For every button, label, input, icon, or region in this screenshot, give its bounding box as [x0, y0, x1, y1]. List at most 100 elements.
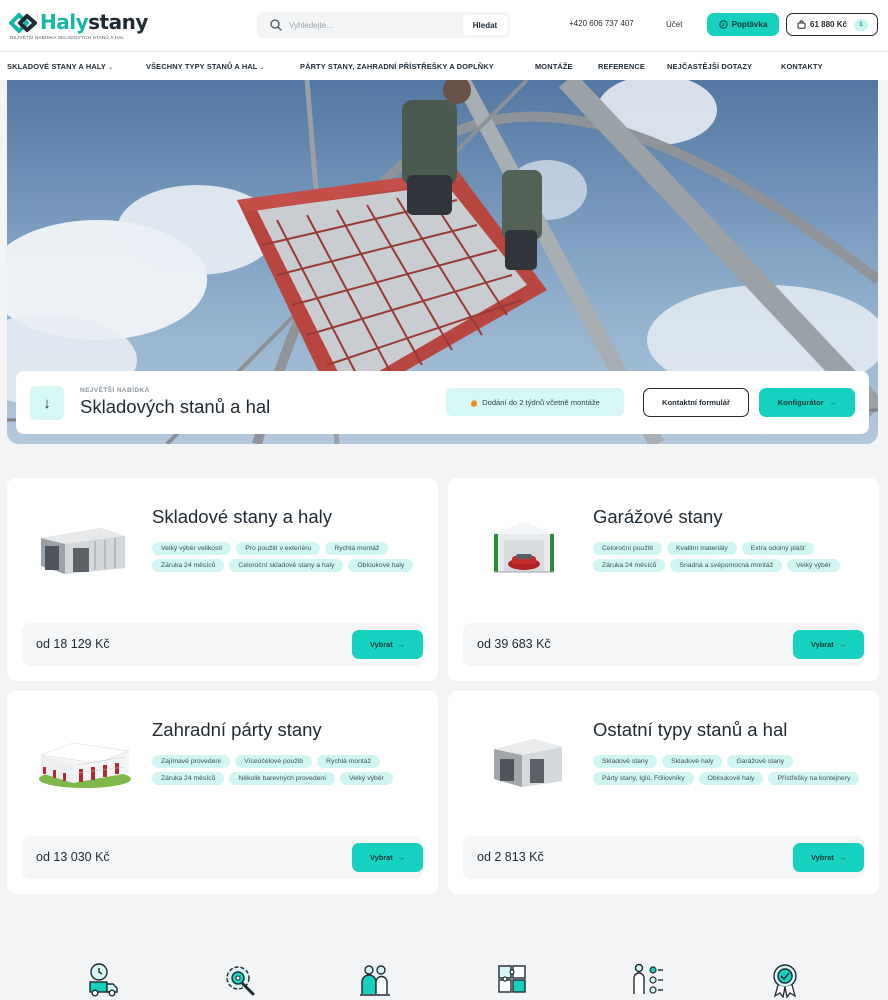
top-header: Halystany NEJVĚTŠÍ NABÍDKA SKLADOVÝCH ST… [0, 0, 888, 50]
main-nav: SKLADOVÉ STANY A HALY ⌄ VŠECHNY TYPY STAN… [0, 51, 888, 80]
configurator-button[interactable]: Konfigurátor → [759, 388, 855, 417]
search-input[interactable] [289, 15, 439, 35]
card-tags: Velký výběr velikostí Pro použití v exte… [152, 542, 427, 572]
inquiry-label: Poptávka [731, 20, 768, 29]
feature-tag: Záruka 24 měsíců [152, 772, 225, 785]
feature-tag: Velký výběr velikostí [152, 542, 232, 555]
logo-wordmark: Halystany [40, 10, 148, 34]
party-tent-image [39, 742, 131, 788]
checklist-person-icon [633, 963, 663, 994]
price-row: od 39 683 Kč Vybrat → [463, 623, 864, 666]
nav-item-all-types[interactable]: VŠECHNY TYPY STANŮ A HAL ⌄ [146, 62, 265, 71]
feature-tag: Několik barevných provedení [229, 772, 336, 785]
logo-part-1: Haly [40, 10, 89, 34]
nav-item-contacts[interactable]: KONTAKTY [781, 62, 823, 71]
puzzle-icon [498, 965, 526, 993]
select-button[interactable]: Vybrat → [352, 630, 423, 659]
feature-tag: Skladové stany [593, 755, 658, 768]
delivery-badge: Dodání do 2 týdnů včetně montáže [446, 388, 624, 416]
feature-tag: Snadná a svépomocná montáž [670, 559, 783, 572]
shopping-bag-icon [797, 20, 806, 29]
price-row: od 18 129 Kč Vybrat → [22, 623, 423, 666]
feature-tag: Záruka 24 měsíců [593, 559, 666, 572]
nav-item-warehouse-tents[interactable]: SKLADOVÉ STANY A HALY ⌄ [7, 62, 113, 71]
cart-count-badge: 1 [853, 18, 868, 31]
nav-item-faq[interactable]: NEJČASTĚJŠÍ DOTAZY [667, 62, 752, 71]
card-title: Zahradní párty stany [152, 719, 322, 740]
nav-item-installation[interactable]: MONTÁŽE [535, 62, 573, 71]
feature-tag: Rychlá montáž [317, 755, 380, 768]
select-label: Vybrat [369, 853, 393, 862]
logo[interactable]: Halystany NEJVĚTŠÍ NABÍDKA SKLADOVÝCH ST… [8, 10, 148, 42]
nav-label: SKLADOVÉ STANY A HALY [7, 62, 106, 71]
feature-tag: Záruka 24 měsíců [152, 559, 225, 572]
category-card-garden-party-tents[interactable]: Zahradní párty stany Zajímavé provedení … [7, 691, 438, 894]
feature-tag: Obloukové haly [348, 559, 414, 572]
fire-icon [471, 398, 478, 407]
feature-tag: Přístřešky na kontejnery [768, 772, 860, 785]
card-title: Ostatní typy stanů a hal [593, 719, 788, 740]
search-box: Hledat [257, 12, 510, 38]
feature-tag: Párty stany, Iglú, Fóliovníky [593, 772, 694, 785]
category-card-warehouse-tents[interactable]: Skladové stany a haly Velký výběr veliko… [7, 478, 438, 681]
nav-item-references[interactable]: REFERENCE [598, 62, 645, 71]
select-label: Vybrat [369, 640, 393, 649]
inquiry-button[interactable]: Poptávka [707, 13, 779, 36]
phone-link[interactable]: +420 606 737 407 [569, 19, 634, 28]
settings-gear-icon [226, 966, 255, 996]
search-icon [270, 19, 282, 31]
category-card-other-types[interactable]: Ostatní typy stanů a hal Skladové stany … [448, 691, 879, 894]
arrow-down-icon[interactable]: ↓ [30, 386, 64, 420]
card-title: Garážové stany [593, 506, 723, 527]
delivery-clock-icon [89, 963, 118, 997]
feature-tag: Rychlá montáž [325, 542, 389, 555]
quality-badge-icon [773, 964, 797, 998]
card-tags: Zajímavé provedení Víceúčelové použití R… [152, 755, 427, 785]
card-title: Skladové stany a haly [152, 506, 332, 527]
chat-icon [719, 20, 728, 29]
delivery-badge-text: Dodání do 2 týdnů včetně montáže [482, 397, 600, 407]
feature-tag: Celoroční skladové stany a haly [229, 559, 344, 572]
search-button[interactable]: Hledat [463, 15, 507, 35]
hero-eyebrow: NEJVĚTŠÍ NABÍDKA [80, 387, 150, 394]
price: od 2 813 Kč [477, 850, 544, 864]
hero-title: Skladových stanů a hal [80, 396, 271, 417]
select-button[interactable]: Vybrat → [352, 843, 423, 872]
price-row: od 2 813 Kč Vybrat → [463, 836, 864, 879]
price: od 39 683 Kč [477, 637, 551, 651]
feature-tag: Extra odolný plášť [741, 542, 815, 555]
account-link[interactable]: Účet [666, 20, 682, 29]
feature-tag: Celoroční použití [593, 542, 663, 555]
price: od 13 030 Kč [36, 850, 110, 864]
category-card-garage-tents[interactable]: Garážové stany Celoroční použití Kvalitn… [448, 478, 879, 681]
arrow-right-icon: → [828, 398, 837, 407]
select-label: Vybrat [810, 853, 834, 862]
logo-icon [9, 13, 37, 33]
other-tent-image [494, 739, 562, 787]
nav-label: VŠECHNY TYPY STANŮ A HAL [146, 62, 258, 71]
logo-tagline: NEJVĚTŠÍ NABÍDKA SKLADOVÝCH STANŮ A HAL [10, 35, 125, 40]
select-button[interactable]: Vybrat → [793, 630, 864, 659]
card-tags: Celoroční použití Kvalitní materiály Ext… [593, 542, 868, 572]
nav-item-party-tents[interactable]: PÁRTY STANY, ZAHRADNÍ PŘÍSTŘEŠKY A DOPLŇ… [300, 62, 494, 71]
price-row: od 13 030 Kč Vybrat → [22, 836, 423, 879]
select-button[interactable]: Vybrat → [793, 843, 864, 872]
team-icon [360, 965, 390, 996]
logo-part-2: stany [88, 10, 148, 34]
cart-button[interactable]: 61 880 Kč 1 [786, 13, 878, 36]
garage-tent-image [494, 522, 554, 573]
select-label: Vybrat [810, 640, 834, 649]
arrow-right-icon: → [397, 640, 406, 649]
feature-tag: Obloukové haly [698, 772, 764, 785]
contact-form-button[interactable]: Kontaktní formulář [643, 388, 749, 417]
feature-tag: Zajímavé provedení [152, 755, 231, 768]
configurator-label: Konfigurátor [777, 398, 824, 407]
chevron-down-icon: ⌄ [259, 65, 265, 71]
card-tags: Skladové stany Skladové haly Garážové st… [593, 755, 868, 785]
hero-info-bar: ↓ NEJVĚTŠÍ NABÍDKA Skladových stanů a ha… [16, 371, 869, 434]
feature-tag: Velký výběr [340, 772, 393, 785]
feature-tag: Víceúčelové použití [235, 755, 313, 768]
feature-tag: Kvalitní materiály [667, 542, 737, 555]
price: od 18 129 Kč [36, 637, 110, 651]
feature-tag: Garážové stany [727, 755, 794, 768]
